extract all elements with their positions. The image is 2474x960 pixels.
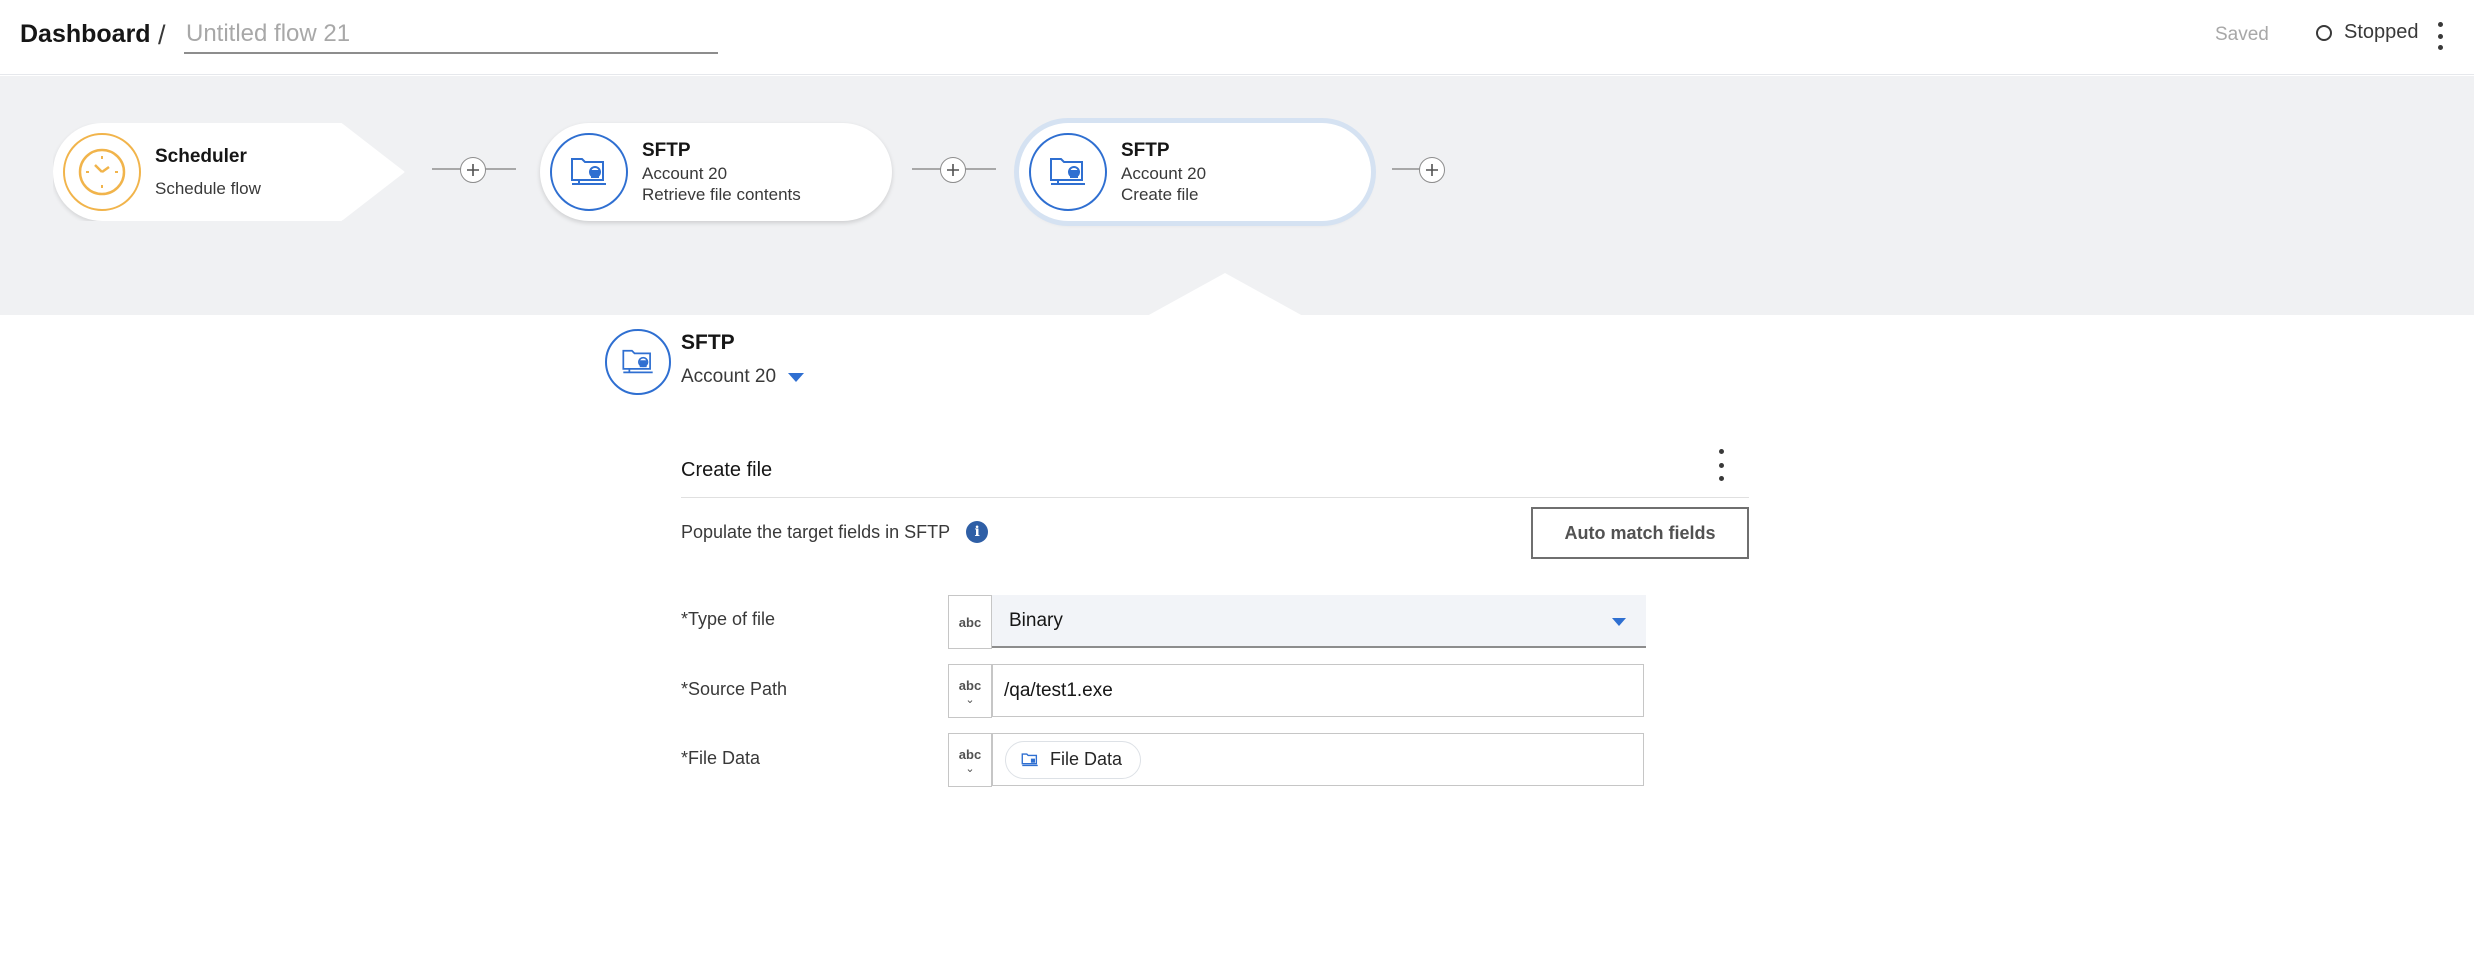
plus-icon [1426,164,1438,176]
run-status: Stopped [2316,21,2419,44]
caret-down-icon [788,372,805,382]
chevron-down-icon: ⌄ [965,694,975,706]
file-data-input[interactable]: File Data [992,733,1644,786]
top-bar: Dashboard / Saved Stopped [0,0,2474,75]
node-sftp-retrieve[interactable]: SFTP Account 20 Retrieve file contents [540,123,892,221]
add-step-button[interactable] [940,157,966,183]
status-ring-icon [2316,24,2332,41]
sftp-icon [1029,133,1107,211]
section-title: Create file [681,459,773,481]
section-overflow-menu-icon[interactable] [1711,449,1731,481]
clock-icon [63,133,141,211]
flow-name-input[interactable] [184,16,718,54]
sftp-icon [1021,752,1038,766]
type-of-file-select[interactable]: Binary [992,595,1646,648]
chip-label: File Data [1050,749,1123,769]
add-step-button[interactable] [460,157,486,183]
app-name: SFTP [681,331,735,354]
type-badge: abc [948,595,992,649]
chevron-down-icon: ⌄ [965,763,975,775]
type-badge-dropdown[interactable]: abc ⌄ [948,664,992,718]
field-label-source-path: *Source Path [681,679,788,699]
selection-pointer [1147,273,1303,316]
breadcrumb-dashboard[interactable]: Dashboard [20,20,151,49]
breadcrumb-separator: / [158,20,166,50]
caret-down-icon [1612,618,1626,626]
plus-icon [467,164,479,176]
node-title: SFTP [642,139,691,161]
divider [681,497,1749,498]
node-sftp-create-selected[interactable]: SFTP Account 20 Create file [1019,123,1371,221]
node-account: Account 20 [642,163,728,183]
type-badge-text: abc [958,747,982,762]
node-title: Scheduler [155,145,247,167]
field-label-file-data: *File Data [681,748,761,768]
plus-icon [947,164,959,176]
info-icon[interactable]: i [966,521,989,543]
mapped-field-chip[interactable]: File Data [1005,740,1142,779]
type-badge-text: abc [958,614,982,630]
source-path-input[interactable] [992,664,1644,717]
selected-value: Binary [1009,609,1063,631]
auto-match-fields-button[interactable]: Auto match fields [1531,507,1749,559]
node-action: Retrieve file contents [642,184,801,204]
populate-text: Populate the target fields in SFTP [681,521,951,542]
field-label-type-of-file: *Type of file [681,609,776,629]
type-badge-dropdown[interactable]: abc ⌄ [948,733,992,787]
account-label: Account 20 [681,366,777,387]
sftp-icon [550,133,628,211]
sftp-icon [605,329,671,395]
populate-hint: Populate the target fields in SFTP i [681,521,989,543]
account-dropdown[interactable]: Account 20 [681,366,805,388]
run-status-label: Stopped [2344,21,2419,43]
node-subtitle: Schedule flow [155,179,261,199]
node-action: Create file [1121,184,1199,204]
node-title: SFTP [1121,139,1170,161]
overflow-menu-icon[interactable] [2430,22,2450,50]
add-step-button[interactable] [1419,157,1445,183]
save-status: Saved [2215,24,2269,45]
node-account: Account 20 [1121,163,1207,183]
type-badge-text: abc [958,678,982,693]
node-scheduler[interactable]: Scheduler Schedule flow [53,123,405,221]
